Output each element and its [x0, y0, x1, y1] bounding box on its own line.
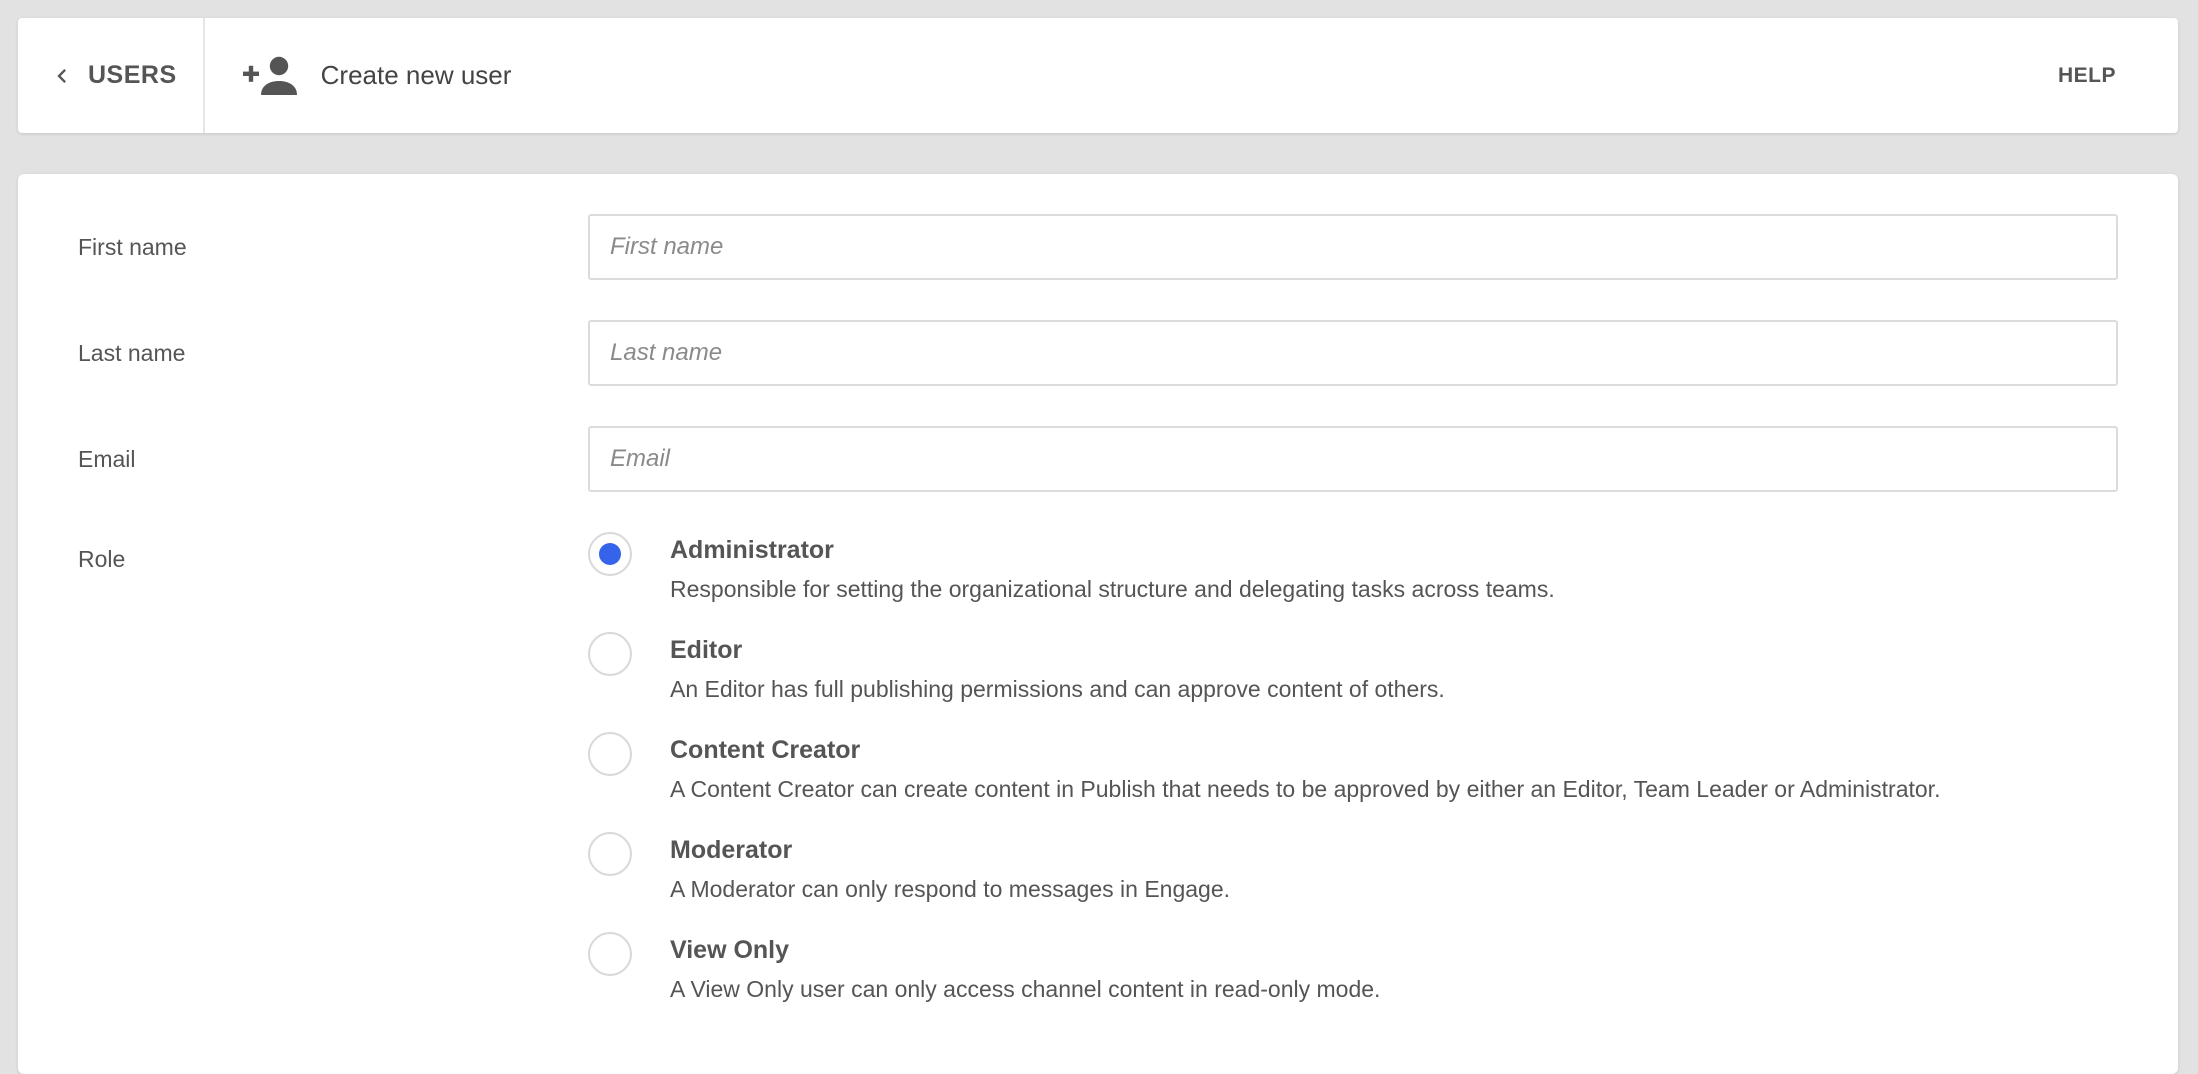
page-title: Create new user	[320, 60, 512, 90]
back-label: USERS	[88, 61, 177, 89]
title-area: Create new user	[205, 56, 512, 96]
role-description: An Editor has full publishing permission…	[670, 676, 1445, 702]
role-name: Editor	[670, 636, 743, 664]
role-name: View Only	[670, 936, 790, 964]
role-description: Responsible for setting the organization…	[670, 576, 1555, 602]
role-name: Content Creator	[670, 736, 861, 764]
create-user-form: First name Last name Email Role Administ…	[18, 174, 2178, 1074]
last-name-input[interactable]	[588, 320, 2118, 386]
role-label: Role	[78, 546, 126, 572]
role-description: A View Only user can only access channel…	[670, 976, 1381, 1002]
last-name-label: Last name	[78, 340, 186, 366]
role-radio-content-creator[interactable]	[588, 732, 632, 776]
role-radio-moderator[interactable]	[588, 832, 632, 876]
role-description: A Content Creator can create content in …	[670, 776, 1941, 802]
email-input[interactable]	[588, 426, 2118, 492]
chevron-left-icon	[57, 68, 66, 83]
email-label: Email	[78, 446, 136, 472]
person-add-icon	[242, 56, 297, 95]
first-name-input[interactable]	[588, 214, 2118, 280]
role-description: A Moderator can only respond to messages…	[670, 876, 1231, 902]
first-name-label: First name	[78, 234, 187, 260]
role-name: Moderator	[670, 836, 793, 864]
help-button[interactable]: HELP	[2058, 64, 2116, 88]
role-name: Administrator	[670, 536, 834, 564]
role-radio-view-only[interactable]	[588, 932, 632, 976]
role-radio-editor[interactable]	[588, 632, 632, 676]
back-to-users-button[interactable]: USERS	[18, 18, 205, 133]
page-header: USERS Create new user HELP	[18, 18, 2178, 133]
role-radio-administrator[interactable]	[588, 532, 632, 576]
